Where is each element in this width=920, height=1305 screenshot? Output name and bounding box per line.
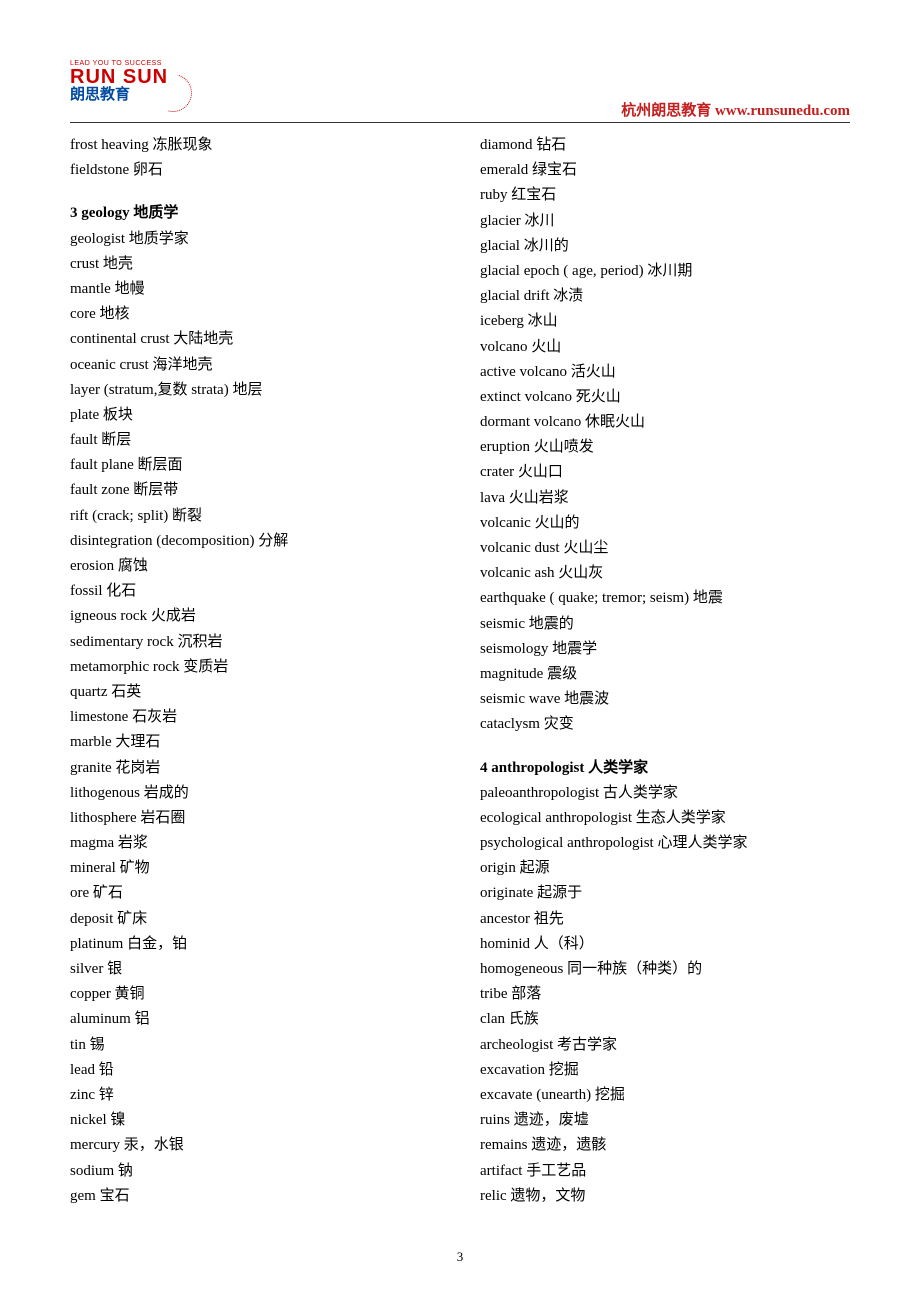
vocab-entry: lithogenous 岩成的: [70, 781, 440, 806]
vocab-entry: copper 黄铜: [70, 982, 440, 1007]
vocab-entry: aluminum 铝: [70, 1007, 440, 1032]
vocab-entry: clan 氏族: [480, 1007, 850, 1032]
section-title: 3 geology 地质学: [70, 201, 440, 226]
vocab-entry: ruins 遗迹，废墟: [480, 1108, 850, 1133]
vocab-entry: oceanic crust 海洋地壳: [70, 353, 440, 378]
vocab-entry: cataclysm 灾变: [480, 712, 850, 737]
vocab-entry: active volcano 活火山: [480, 360, 850, 385]
vocab-entry: originate 起源于: [480, 881, 850, 906]
vocab-entry: remains 遗迹，遗骸: [480, 1133, 850, 1158]
vocab-entry: lava 火山岩浆: [480, 486, 850, 511]
vocab-entry: extinct volcano 死火山: [480, 385, 850, 410]
vocab-entry: fault 断层: [70, 428, 440, 453]
vocab-entry: glacial 冰川的: [480, 234, 850, 259]
vocab-entry: glacial drift 冰渍: [480, 284, 850, 309]
vocab-entry: rift (crack; split) 断裂: [70, 504, 440, 529]
vocab-entry: tin 锡: [70, 1033, 440, 1058]
vocab-entry: ruby 红宝石: [480, 183, 850, 208]
vocab-entry: platinum 白金，铂: [70, 932, 440, 957]
vocab-entry: plate 板块: [70, 403, 440, 428]
vocab-entry: ecological anthropologist 生态人类学家: [480, 806, 850, 831]
vocab-entry: mineral 矿物: [70, 856, 440, 881]
vocab-entry: artifact 手工艺品: [480, 1159, 850, 1184]
vocab-entry: psychological anthropologist 心理人类学家: [480, 831, 850, 856]
vocab-entry: seismic 地震的: [480, 612, 850, 637]
vocab-entry: frost heaving 冻胀现象: [70, 133, 440, 158]
vocab-entry: ore 矿石: [70, 881, 440, 906]
vocab-entry: erosion 腐蚀: [70, 554, 440, 579]
vocab-entry: layer (stratum,复数 strata) 地层: [70, 378, 440, 403]
right-column: diamond 钻石emerald 绿宝石ruby 红宝石glacier 冰川g…: [480, 133, 850, 1209]
vocab-entry: fault zone 断层带: [70, 478, 440, 503]
vocab-entry: iceberg 冰山: [480, 309, 850, 334]
vocab-entry: relic 遗物，文物: [480, 1184, 850, 1209]
logo: LEAD YOU TO SUCCESS RUN SUN 朗思教育: [70, 60, 190, 120]
vocab-entry: silver 银: [70, 957, 440, 982]
vocab-entry: granite 花岗岩: [70, 756, 440, 781]
vocab-entry: mercury 汞，水银: [70, 1133, 440, 1158]
page-number: 3: [70, 1249, 850, 1265]
vocab-entry: lithosphere 岩石圈: [70, 806, 440, 831]
vocab-entry: fieldstone 卵石: [70, 158, 440, 183]
vocab-entry: origin 起源: [480, 856, 850, 881]
vocab-entry: glacier 冰川: [480, 209, 850, 234]
vocab-entry: magnitude 震级: [480, 662, 850, 687]
vocab-entry: nickel 镍: [70, 1108, 440, 1133]
vocab-entry: limestone 石灰岩: [70, 705, 440, 730]
vocab-entry: sodium 钠: [70, 1159, 440, 1184]
vocab-entry: paleoanthropologist 古人类学家: [480, 781, 850, 806]
vocab-entry: archeologist 考古学家: [480, 1033, 850, 1058]
vocab-entry: magma 岩浆: [70, 831, 440, 856]
vocab-entry: ancestor 祖先: [480, 907, 850, 932]
vocab-entry: crust 地壳: [70, 252, 440, 277]
document-page: LEAD YOU TO SUCCESS RUN SUN 朗思教育 杭州朗思教育 …: [0, 0, 920, 1305]
vocab-entry: excavation 挖掘: [480, 1058, 850, 1083]
vocab-entry: gem 宝石: [70, 1184, 440, 1209]
vocab-entry: excavate (unearth) 挖掘: [480, 1083, 850, 1108]
vocab-entry: seismic wave 地震波: [480, 687, 850, 712]
vocab-entry: mantle 地幔: [70, 277, 440, 302]
vocab-entry: volcanic 火山的: [480, 511, 850, 536]
vocab-entry: geologist 地质学家: [70, 227, 440, 252]
vocab-entry: fault plane 断层面: [70, 453, 440, 478]
section-title: 4 anthropologist 人类学家: [480, 756, 850, 781]
vocab-entry: eruption 火山喷发: [480, 435, 850, 460]
vocab-entry: crater 火山口: [480, 460, 850, 485]
vocab-entry: volcano 火山: [480, 335, 850, 360]
vocab-entry: volcanic ash 火山灰: [480, 561, 850, 586]
vocab-entry: dormant volcano 休眠火山: [480, 410, 850, 435]
vocab-entry: emerald 绿宝石: [480, 158, 850, 183]
vocab-entry: continental crust 大陆地壳: [70, 327, 440, 352]
vocab-entry: earthquake ( quake; tremor; seism) 地震: [480, 586, 850, 611]
header-org: 杭州朗思教育: [621, 103, 711, 119]
vocab-entry: volcanic dust 火山尘: [480, 536, 850, 561]
content-columns: frost heaving 冻胀现象fieldstone 卵石 3 geology…: [70, 133, 850, 1209]
vocab-entry: metamorphic rock 变质岩: [70, 655, 440, 680]
vocab-entry: marble 大理石: [70, 730, 440, 755]
vocab-entry: core 地核: [70, 302, 440, 327]
header-url: www.runsunedu.com: [715, 103, 850, 119]
vocab-entry: glacial epoch ( age, period) 冰川期: [480, 259, 850, 284]
left-column: frost heaving 冻胀现象fieldstone 卵石 3 geology…: [70, 133, 440, 1209]
vocab-entry: homogeneous 同一种族（种类）的: [480, 957, 850, 982]
vocab-entry: igneous rock 火成岩: [70, 604, 440, 629]
vocab-entry: zinc 锌: [70, 1083, 440, 1108]
vocab-entry: deposit 矿床: [70, 907, 440, 932]
vocab-entry: disintegration (decomposition) 分解: [70, 529, 440, 554]
vocab-entry: fossil 化石: [70, 579, 440, 604]
header-right: 杭州朗思教育 www.runsunedu.com: [621, 99, 850, 120]
vocab-entry: sedimentary rock 沉积岩: [70, 630, 440, 655]
vocab-entry: lead 铅: [70, 1058, 440, 1083]
vocab-entry: hominid 人（科）: [480, 932, 850, 957]
vocab-entry: seismology 地震学: [480, 637, 850, 662]
page-header: LEAD YOU TO SUCCESS RUN SUN 朗思教育 杭州朗思教育 …: [70, 60, 850, 123]
vocab-entry: diamond 钻石: [480, 133, 850, 158]
vocab-entry: quartz 石英: [70, 680, 440, 705]
vocab-entry: tribe 部落: [480, 982, 850, 1007]
